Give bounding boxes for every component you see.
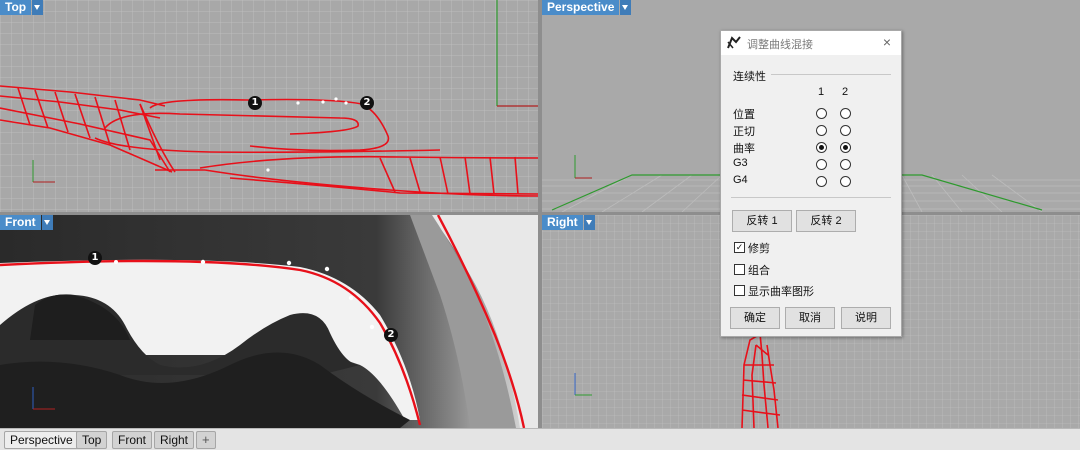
adjust-blend-dialog: 调整曲线混接 × 连续性 1 2 位置 正切 曲率 G3 G4 反转 1 反转 …	[720, 30, 902, 337]
g3-end2-radio[interactable]	[840, 159, 851, 170]
front-viewport-name[interactable]: Front	[0, 215, 41, 230]
viewport-tab-bar: Perspective Top Front Right +	[0, 428, 1080, 450]
top-viewport-canvas	[0, 0, 538, 212]
close-icon[interactable]: ×	[879, 34, 895, 50]
dialog-divider	[731, 197, 891, 198]
column-header-end-1: 1	[818, 86, 825, 98]
tab-right[interactable]: Right	[154, 431, 195, 449]
right-viewport-label[interactable]: Right	[542, 215, 595, 230]
front-viewport-menu-arrow-icon[interactable]	[41, 215, 53, 230]
curvature-end2-radio[interactable]	[840, 142, 851, 153]
front-viewport-label[interactable]: Front	[0, 215, 53, 230]
reverse-2-button[interactable]: 反转 2	[796, 210, 856, 232]
column-header-end-2: 2	[842, 86, 849, 98]
horizontal-split-divider[interactable]	[0, 212, 1080, 215]
perspective-viewport-label[interactable]: Perspective	[542, 0, 632, 15]
row-label-tangency: 正切	[733, 126, 755, 138]
ok-button[interactable]: 确定	[730, 307, 780, 329]
reverse-1-button[interactable]: 反转 1	[732, 210, 792, 232]
row-label-curvature: 曲率	[733, 143, 755, 155]
cancel-button[interactable]: 取消	[785, 307, 835, 329]
tangency-end2-radio[interactable]	[840, 125, 851, 136]
perspective-viewport-menu-arrow-icon[interactable]	[620, 0, 632, 15]
curve-point-2-marker: 2	[360, 96, 374, 110]
row-label-g3: G3	[733, 157, 748, 169]
curve-point-1-marker: 1	[248, 96, 262, 110]
right-viewport-menu-arrow-icon[interactable]	[583, 215, 595, 230]
trim-label: 修剪	[748, 243, 770, 255]
help-button[interactable]: 说明	[841, 307, 891, 329]
curvature-end1-radio[interactable]	[816, 142, 827, 153]
top-viewport[interactable]: 1 2 Top	[0, 0, 538, 212]
top-viewport-menu-arrow-icon[interactable]	[32, 0, 44, 15]
position-end1-radio[interactable]	[816, 108, 827, 119]
perspective-viewport-name[interactable]: Perspective	[542, 0, 620, 15]
app-icon	[727, 36, 741, 49]
show-curvature-graph-label: 显示曲率图形	[748, 286, 814, 298]
continuity-section-label: 连续性	[733, 71, 766, 83]
g3-end1-radio[interactable]	[816, 159, 827, 170]
row-label-position: 位置	[733, 109, 755, 121]
continuity-section-divider	[771, 74, 891, 75]
front-curve-point-1-marker: 1	[88, 251, 102, 265]
position-end2-radio[interactable]	[840, 108, 851, 119]
join-checkbox[interactable]	[734, 264, 745, 275]
g4-end1-radio[interactable]	[816, 176, 827, 187]
trim-checkbox[interactable]: ✓	[734, 242, 745, 253]
tangency-end1-radio[interactable]	[816, 125, 827, 136]
tab-front[interactable]: Front	[112, 431, 153, 449]
join-label: 组合	[748, 265, 770, 277]
dialog-title: 调整曲线混接	[747, 39, 813, 51]
add-tab-button[interactable]: +	[196, 431, 216, 449]
right-viewport-name[interactable]: Right	[542, 215, 583, 230]
tab-top[interactable]: Top	[76, 431, 108, 449]
dialog-title-bar[interactable]: 调整曲线混接 ×	[721, 31, 901, 55]
top-viewport-label[interactable]: Top	[0, 0, 44, 15]
g4-end2-radio[interactable]	[840, 176, 851, 187]
top-viewport-name[interactable]: Top	[0, 0, 32, 15]
front-curve-point-2-marker: 2	[384, 328, 398, 342]
front-viewport-canvas	[0, 215, 538, 428]
tab-perspective[interactable]: Perspective	[4, 431, 79, 449]
front-viewport[interactable]: 1 2 Front	[0, 215, 538, 428]
row-label-g4: G4	[733, 174, 748, 186]
show-curvature-graph-checkbox[interactable]	[734, 285, 745, 296]
